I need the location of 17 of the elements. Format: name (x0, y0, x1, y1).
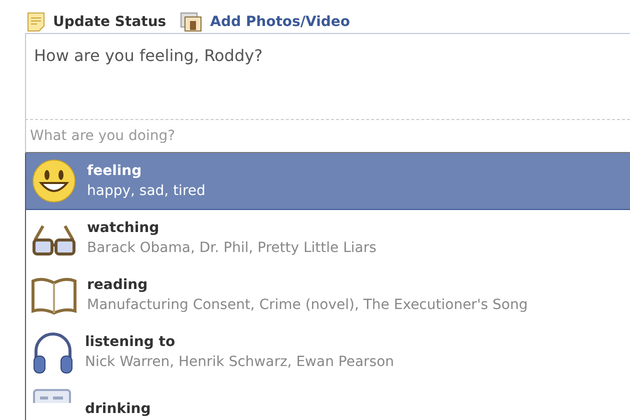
suggestion-examples: Nick Warren, Henrik Schwarz, Ewan Pearson (85, 354, 394, 370)
suggestion-title: reading (87, 277, 149, 293)
photo-icon (180, 12, 202, 32)
suggestion-title: feeling (87, 163, 143, 179)
suggestion-title: drinking (85, 401, 151, 417)
book-icon (31, 275, 77, 315)
note-icon (27, 12, 45, 32)
composer-tab[interactable]: Update Status (27, 11, 166, 33)
activity-input[interactable]: What are you doing? (25, 120, 630, 153)
suggestion-item[interactable]: feeling happy, sad, tired (26, 153, 630, 210)
suggestion-examples: happy, sad, tired (87, 183, 206, 199)
suggestion-examples: Barack Obama, Dr. Phil, Pretty Little Liars (87, 240, 376, 256)
composer-tab[interactable]: Add Photos/Video (180, 11, 350, 33)
suggestion-title: listening to (85, 334, 176, 350)
suggestion-examples: Manufacturing Consent, Crime (novel), The Executioner's Song (87, 297, 528, 313)
smiley-icon (31, 158, 77, 204)
suggestion-title: watching (87, 220, 160, 236)
